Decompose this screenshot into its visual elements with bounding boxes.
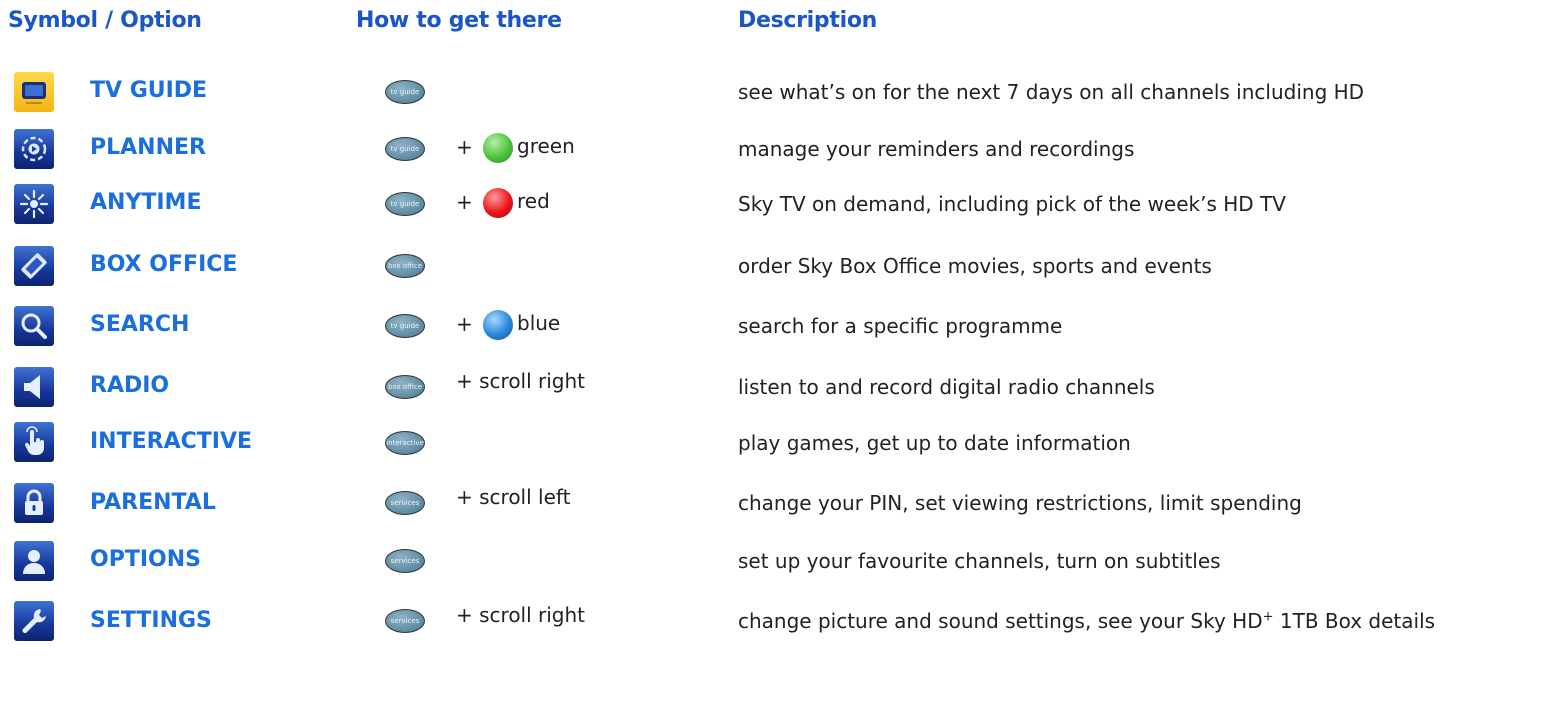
- description: play games, get up to date information: [738, 431, 1131, 455]
- remote-button-tv-guide[interactable]: tv guide: [385, 192, 425, 216]
- table-row: ANYTIME tv guide + red Sky TV on demand,…: [0, 178, 1543, 238]
- scroll-instruction: + scroll left: [456, 485, 571, 509]
- option-label: SETTINGS: [90, 608, 212, 633]
- magnifier-icon: [14, 306, 54, 346]
- wrench-icon: [14, 601, 54, 641]
- pointing-hand-icon: [14, 422, 54, 462]
- planner-icon: [14, 129, 54, 169]
- option-label: PARENTAL: [90, 490, 216, 515]
- option-label: PLANNER: [90, 135, 206, 160]
- option-label: TV GUIDE: [90, 78, 208, 103]
- description: see what’s on for the next 7 days on all…: [738, 80, 1365, 104]
- description: listen to and record digital radio chann…: [738, 375, 1155, 399]
- green-button[interactable]: [483, 133, 513, 163]
- option-label: SEARCH: [90, 312, 190, 337]
- option-label: INTERACTIVE: [90, 429, 252, 454]
- table-row: INTERACTIVE interactive play games, get …: [0, 416, 1543, 476]
- table-row: RADIO box office + scroll right listen t…: [0, 358, 1543, 418]
- anytime-icon: [14, 184, 54, 224]
- remote-button-services[interactable]: services: [385, 549, 425, 573]
- speaker-icon: [14, 367, 54, 407]
- table-row: BOX OFFICE box office order Sky Box Offi…: [0, 240, 1543, 300]
- option-label: BOX OFFICE: [90, 252, 238, 277]
- table-row: PARENTAL services + scroll left change y…: [0, 475, 1543, 535]
- padlock-icon: [14, 483, 54, 523]
- remote-button-tv-guide[interactable]: tv guide: [385, 137, 425, 161]
- red-button[interactable]: [483, 188, 513, 218]
- description: order Sky Box Office movies, sports and …: [738, 254, 1212, 278]
- table-row: SETTINGS services + scroll right change …: [0, 592, 1543, 652]
- table-row: PLANNER tv guide + green manage your rem…: [0, 123, 1543, 183]
- remote-button-services[interactable]: services: [385, 609, 425, 633]
- blue-button[interactable]: [483, 310, 513, 340]
- remote-button-tv-guide[interactable]: tv guide: [385, 80, 425, 104]
- key-label: green: [517, 134, 575, 158]
- option-label: OPTIONS: [90, 547, 201, 572]
- table-row: TV GUIDE tv guide see what’s on for the …: [0, 62, 1543, 122]
- scroll-instruction: + scroll right: [456, 603, 586, 627]
- remote-button-tv-guide[interactable]: tv guide: [385, 314, 425, 338]
- description: manage your reminders and recordings: [738, 137, 1135, 161]
- header-how-to-get-there: How to get there: [356, 8, 562, 33]
- ticket-icon: [14, 246, 54, 286]
- description: change picture and sound settings, see y…: [738, 609, 1436, 633]
- remote-button-box-office[interactable]: box office: [385, 254, 425, 278]
- option-label: RADIO: [90, 373, 170, 398]
- remote-button-box-office[interactable]: box office: [385, 375, 425, 399]
- description: set up your favourite channels, turn on …: [738, 549, 1221, 573]
- key-label: blue: [517, 311, 561, 335]
- plus-sign: +: [456, 190, 473, 214]
- plus-sign: +: [456, 135, 473, 159]
- header-description: Description: [738, 8, 877, 33]
- plus-sign: +: [456, 312, 473, 336]
- remote-button-interactive[interactable]: interactive: [385, 431, 425, 455]
- tv-icon: [14, 72, 54, 112]
- scroll-instruction: + scroll right: [456, 369, 586, 393]
- table-row: OPTIONS services set up your favourite c…: [0, 533, 1543, 593]
- option-label: ANYTIME: [90, 190, 202, 215]
- description: Sky TV on demand, including pick of the …: [738, 192, 1286, 216]
- key-label: red: [517, 189, 550, 213]
- description: change your PIN, set viewing restriction…: [738, 491, 1302, 515]
- description: search for a specific programme: [738, 314, 1063, 338]
- table-row: SEARCH tv guide + blue search for a spec…: [0, 300, 1543, 360]
- remote-button-services[interactable]: services: [385, 491, 425, 515]
- person-icon: [14, 541, 54, 581]
- header-symbol-option: Symbol / Option: [8, 8, 202, 33]
